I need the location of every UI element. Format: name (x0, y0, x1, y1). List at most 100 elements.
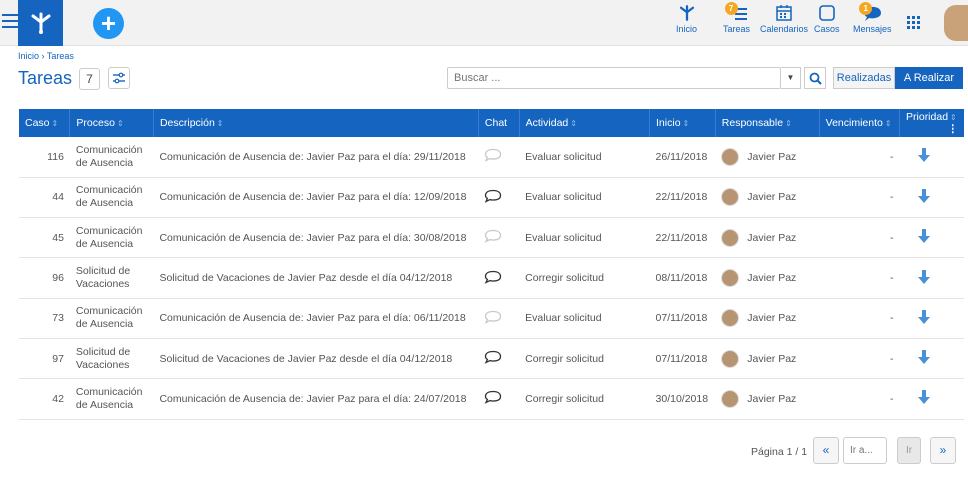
cell-descripcion[interactable]: Solicitud de Vacaciones de Javier Paz de… (153, 258, 478, 298)
cell-chat[interactable] (478, 177, 519, 217)
cell-chat[interactable] (478, 258, 519, 298)
nav-calendarios[interactable]: Calendarios (760, 4, 808, 44)
avatar (721, 349, 740, 368)
avatar (721, 269, 740, 288)
cell-responsable: Javier Paz (715, 379, 819, 419)
sort-icon: ⇕ (216, 119, 224, 128)
cell-caso: 96 (52, 272, 64, 285)
cell-actividad: Corregir solicitud (525, 352, 604, 365)
responsable-name: Javier Paz (747, 392, 797, 405)
cell-caso: 116 (47, 150, 64, 163)
cell-proceso: Comunicación de Ausencia (75, 305, 143, 331)
cell-inicio: 26/11/2018 (655, 150, 708, 163)
cell-inicio: 08/11/2018 (655, 272, 708, 285)
page-title: Tareas (18, 68, 73, 88)
arrow-down-icon (917, 350, 930, 365)
cell-descripcion[interactable]: Solicitud de Vacaciones de Javier Paz de… (153, 338, 478, 378)
cell-chat[interactable] (478, 379, 519, 419)
col-descripcion[interactable]: Descripción ⇕ (153, 109, 479, 137)
col-actividad[interactable]: Actividad ⇕ (519, 109, 651, 137)
nav-mensajes-label: Mensajes (853, 24, 892, 34)
menu-icon[interactable] (2, 14, 18, 28)
chat-icon (485, 230, 502, 244)
col-inicio[interactable]: Inicio ⇕ (649, 109, 716, 137)
table-row[interactable]: 116 Comunicación de Ausencia Comunicació… (19, 137, 964, 178)
cell-vencimiento: - (890, 392, 894, 405)
cell-descripcion[interactable]: Comunicación de Ausencia de: Javier Paz … (153, 137, 478, 177)
cell-chat[interactable] (478, 338, 519, 378)
chat-icon (485, 270, 502, 284)
nav-tareas[interactable]: 7 Tareas (723, 2, 750, 44)
table-row[interactable]: 42 Comunicación de Ausencia Comunicación… (19, 379, 964, 420)
last-page-button[interactable]: » (930, 437, 956, 464)
table-row[interactable]: 97 Solicitud de Vacaciones Solicitud de … (19, 338, 964, 379)
sort-icon: ⇕ (785, 119, 792, 128)
tab-a-realizar[interactable]: A Realizar (895, 67, 963, 89)
col-vencimiento[interactable]: Vencimiento ⇕ (819, 109, 901, 137)
cell-responsable: Javier Paz (715, 137, 819, 177)
cell-proceso: Comunicación de Ausencia (75, 224, 143, 250)
nav-inicio[interactable]: Inicio (676, 4, 697, 44)
apps-grid-icon[interactable] (907, 16, 920, 29)
responsable-name: Javier Paz (747, 191, 797, 204)
cell-descripcion[interactable]: Comunicación de Ausencia de: Javier Paz … (153, 177, 478, 217)
logo[interactable] (18, 0, 63, 46)
table-row[interactable]: 44 Comunicación de Ausencia Comunicación… (19, 177, 964, 218)
cell-responsable: Javier Paz (715, 177, 819, 217)
table-row[interactable]: 73 Comunicación de Ausencia Comunicación… (19, 298, 964, 339)
first-page-button[interactable]: « (813, 437, 839, 464)
table-row[interactable]: 96 Solicitud de Vacaciones Solicitud de … (19, 258, 964, 299)
col-caso[interactable]: Caso ⇕ (19, 109, 71, 137)
responsable-name: Javier Paz (747, 272, 797, 285)
user-avatar[interactable] (944, 5, 968, 41)
cell-chat[interactable] (478, 298, 519, 338)
table-header: Caso ⇕ Proceso ⇕ Descripción ⇕ Chat Activid… (19, 109, 964, 137)
col-proceso[interactable]: Proceso ⇕ (69, 109, 154, 137)
cell-caso: 73 (52, 312, 64, 325)
sliders-icon (113, 72, 125, 84)
cell-vencimiento: - (890, 191, 894, 204)
new-case-button[interactable]: + (93, 8, 124, 39)
cell-vencimiento: - (890, 150, 894, 163)
tab-realizadas[interactable]: Realizadas (833, 67, 895, 89)
responsable-name: Javier Paz (747, 312, 797, 325)
arrow-down-icon (917, 229, 930, 244)
cell-prioridad (900, 379, 964, 419)
tasks-table: Caso ⇕ Proceso ⇕ Descripción ⇕ Chat Activid… (19, 109, 964, 420)
nav-casos[interactable]: Casos (814, 4, 840, 44)
cell-descripcion[interactable]: Comunicación de Ausencia de: Javier Paz … (153, 379, 478, 419)
cell-proceso: Comunicación de Ausencia (75, 143, 143, 169)
cell-inicio: 07/11/2018 (655, 352, 708, 365)
cell-chat[interactable] (478, 137, 519, 177)
cell-responsable: Javier Paz (715, 298, 819, 338)
breadcrumb[interactable]: Inicio › Tareas (18, 51, 74, 61)
cell-chat[interactable] (478, 218, 519, 258)
search-button[interactable] (804, 67, 826, 89)
cell-vencimiento: - (890, 231, 894, 244)
cell-inicio: 30/10/2018 (655, 392, 709, 405)
cell-actividad: Corregir solicitud (525, 392, 604, 405)
cell-descripcion[interactable]: Comunicación de Ausencia de: Javier Paz … (153, 298, 478, 338)
table-row[interactable]: 45 Comunicación de Ausencia Comunicación… (19, 218, 964, 258)
cell-actividad: Evaluar solicitud (525, 231, 602, 244)
tasks-badge: 7 (724, 2, 738, 15)
cell-descripcion[interactable]: Comunicación de Ausencia de: Javier Paz … (153, 218, 478, 258)
cell-proceso: Comunicación de Ausencia (75, 184, 143, 210)
search-input[interactable] (447, 67, 781, 89)
cell-proceso: Solicitud de Vacaciones (75, 265, 131, 291)
cell-prioridad (900, 137, 964, 177)
col-prioridad[interactable]: Prioridad ⇕ ⋮ (900, 109, 964, 137)
cases-icon (818, 5, 835, 21)
search-dropdown-button[interactable]: ▼ (781, 67, 801, 89)
cell-prioridad (900, 338, 964, 378)
goto-page-input[interactable] (843, 437, 887, 464)
nav-mensajes[interactable]: 1 Mensajes (853, 2, 892, 44)
col-responsable[interactable]: Responsable ⇕ (715, 109, 820, 137)
column-options-icon[interactable]: ⋮ (948, 123, 959, 135)
cell-caso: 44 (52, 191, 64, 204)
sort-icon: ⇕ (682, 119, 690, 128)
calendar-icon (776, 5, 792, 21)
branch-logo-icon (31, 12, 50, 34)
filter-settings-button[interactable] (108, 67, 130, 89)
goto-page-button[interactable]: Ir (897, 437, 921, 464)
